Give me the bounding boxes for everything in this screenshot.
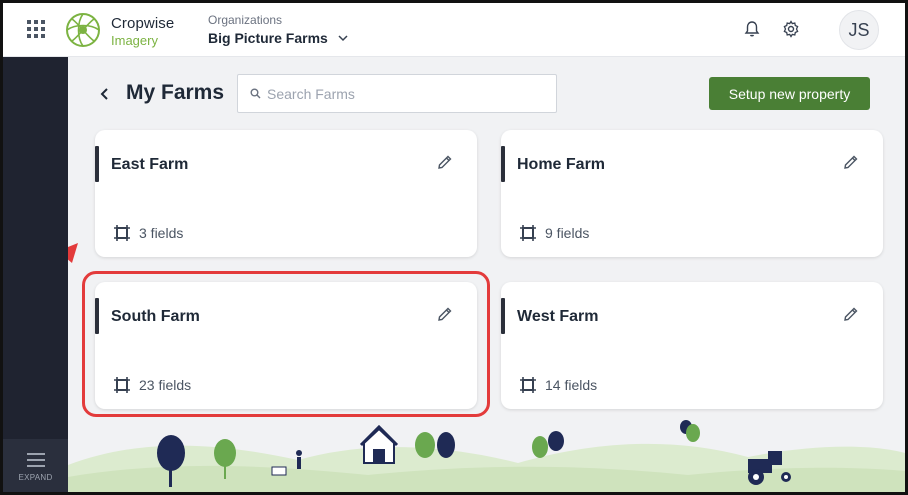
main-content: My Farms Setup new property East Farm [68,57,905,492]
farm-card[interactable]: East Farm 3 fields [95,130,477,257]
farm-name: West Farm [517,308,599,325]
search-input[interactable] [267,85,547,102]
org-dropdown[interactable]: Big Picture Farms [208,30,348,46]
app-window: Cropwise Imagery Organizations Big Pictu… [0,0,908,495]
farm-name: Home Farm [517,156,606,173]
farm-landscape-illustration [68,420,905,492]
card-accent [95,146,99,182]
field-count: 3 fields [113,224,183,242]
brand-sub: Imagery [111,33,158,48]
edit-pencil-icon[interactable] [437,154,453,170]
card-accent [501,298,505,334]
field-frame-icon [114,225,130,241]
edit-pencil-icon[interactable] [843,154,859,170]
search-box[interactable] [237,74,557,113]
org-name: Big Picture Farms [208,30,328,46]
farm-name: East Farm [111,156,189,173]
chevron-down-icon [338,35,348,42]
cropwise-logo-icon [66,13,100,47]
organization-selector[interactable]: Organizations Big Picture Farms [208,13,348,46]
top-bar: Cropwise Imagery Organizations Big Pictu… [3,3,905,57]
arrow-annotation-icon [68,243,78,263]
card-accent [501,146,505,182]
org-label: Organizations [208,13,283,27]
expand-sidebar-button[interactable]: EXPAND [3,439,68,492]
field-count-text: 9 fields [545,225,590,241]
gear-icon[interactable] [782,20,800,38]
page-title: My Farms [126,81,225,104]
setup-new-property-button[interactable]: Setup new property [709,77,870,110]
user-avatar[interactable]: JS [839,10,879,50]
field-frame-icon [520,225,536,241]
farm-card[interactable]: Home Farm 9 fields [501,130,883,257]
field-count: 14 fields [519,376,597,394]
field-count-text: 14 fields [545,377,598,393]
field-count: 9 fields [519,224,589,242]
back-chevron-icon[interactable] [98,87,112,101]
highlight-annotation [82,271,490,417]
edit-pencil-icon[interactable] [843,306,859,322]
avatar-initials: JS [848,19,870,40]
bell-icon[interactable] [743,20,761,38]
field-count-text: 3 fields [139,225,184,241]
menu-icon [26,452,45,467]
expand-label: EXPAND [18,472,53,482]
sidebar: EXPAND [3,57,68,492]
brand: Cropwise Imagery [111,15,174,48]
brand-name: Cropwise [111,15,175,32]
field-frame-icon [520,377,536,393]
farm-card[interactable]: West Farm 14 fields [501,282,883,409]
apps-grid-icon[interactable] [27,20,45,38]
search-icon [250,88,261,99]
